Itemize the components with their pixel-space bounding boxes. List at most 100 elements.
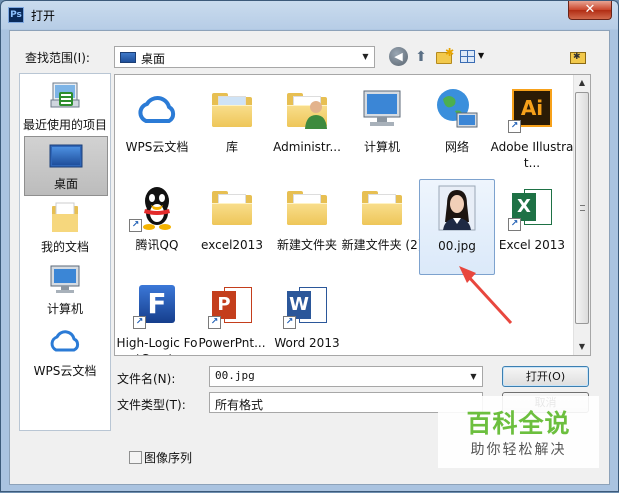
file-label: excel2013	[201, 238, 263, 252]
file-item-powerpoint[interactable]: P ↗ PowerPnt...	[194, 277, 270, 355]
wps-cloud-icon	[50, 330, 80, 352]
dialog-title: 打开	[31, 9, 56, 23]
recent-items-icon	[50, 82, 80, 108]
image-sequence-checkbox[interactable]: 图像序列	[129, 449, 192, 466]
filetype-value: 所有格式	[215, 398, 264, 412]
watermark-logo: 百科全说 助你轻松解决	[438, 396, 599, 468]
place-label: 最近使用的项目	[22, 118, 107, 132]
place-label: WPS云文档	[33, 364, 97, 378]
file-label: WPS云文档	[125, 140, 189, 154]
places-bar: 最近使用的项目 桌面 我的文档 计算机 WPS云文档	[19, 73, 111, 431]
powerpoint-icon: P ↗	[208, 281, 256, 329]
chevron-down-icon: ▼	[478, 51, 485, 60]
file-item-excel2013-folder[interactable]: excel2013	[194, 179, 270, 275]
file-label: Excel 2013	[498, 238, 566, 252]
file-label: 网络	[444, 140, 469, 154]
folder-icon	[358, 183, 406, 231]
file-label: 计算机	[363, 140, 400, 154]
shortcut-arrow-icon: ↗	[133, 316, 146, 329]
filename-label: 文件名(N):	[117, 372, 176, 386]
user-folder-icon	[283, 85, 331, 133]
filetype-label: 文件类型(T):	[117, 398, 186, 412]
file-item-computer[interactable]: 计算机	[344, 81, 420, 177]
file-item-new-folder[interactable]: 新建文件夹	[269, 179, 345, 275]
file-label: Adobe Illustrat...	[490, 140, 574, 170]
file-item-wps-cloud[interactable]: WPS云文档	[119, 81, 195, 177]
file-label: 00.jpg	[438, 239, 476, 253]
desktop-small-icon	[120, 52, 136, 63]
shortcut-arrow-icon: ↗	[508, 218, 521, 231]
place-desktop[interactable]: 桌面	[24, 136, 108, 196]
word-icon: W ↗	[283, 281, 331, 329]
look-in-dropdown[interactable]: 桌面 ▼	[114, 46, 375, 68]
computer-icon	[50, 265, 80, 293]
vertical-scrollbar[interactable]: ▲ ▼	[573, 75, 590, 355]
look-in-value: 桌面	[141, 52, 166, 66]
scroll-down-button[interactable]: ▼	[574, 339, 590, 355]
file-item-00-jpg[interactable]: 00.jpg	[419, 179, 495, 275]
file-item-library[interactable]: 库	[194, 81, 270, 177]
checkbox-box[interactable]	[129, 451, 142, 464]
file-item-word-2013[interactable]: W ↗ Word 2013	[269, 277, 345, 355]
shortcut-arrow-icon: ↗	[129, 219, 142, 232]
place-wps-cloud[interactable]: WPS云文档	[20, 322, 110, 382]
file-label: High-Logic FontCreator	[116, 336, 198, 355]
star-icon: ✱	[573, 52, 581, 62]
file-item-adobe-illustrator[interactable]: Ai ↗ Adobe Illustrat...	[491, 81, 573, 177]
computer-icon	[363, 90, 401, 126]
photoshop-app-icon: Ps	[8, 7, 24, 23]
excel-icon: X ↗	[508, 183, 556, 231]
filename-input[interactable]: 00.jpg ▼	[209, 366, 483, 387]
shortcut-arrow-icon: ↗	[208, 316, 221, 329]
scroll-thumb[interactable]	[575, 92, 589, 324]
open-dialog: Ps 打开 ✕ 查找范围(I): 桌面 ▼ ◀ ⬆ ✱ ▼ ✱ 最近使用的项目 …	[0, 0, 619, 492]
file-item-new-folder-2[interactable]: 新建文件夹 (2)	[342, 179, 422, 275]
place-label: 我的文档	[40, 240, 89, 254]
shortcut-arrow-icon: ↗	[283, 316, 296, 329]
network-icon	[437, 89, 478, 128]
file-item-qq[interactable]: ↗ 腾讯QQ	[119, 179, 195, 275]
file-item-administrator[interactable]: Administr...	[269, 81, 345, 177]
chevron-down-icon[interactable]: ▼	[465, 367, 482, 386]
place-documents[interactable]: 我的文档	[20, 198, 110, 258]
file-item-network[interactable]: 网络	[419, 81, 495, 177]
filename-value: 00.jpg	[215, 369, 255, 382]
file-label: Administr...	[273, 140, 341, 154]
file-label: 新建文件夹	[276, 238, 337, 252]
new-folder-button[interactable]: ✱	[434, 46, 455, 67]
file-list[interactable]: WPS云文档 库 Administr... 计算机 网络 Ai ↗ Adobe …	[114, 74, 591, 356]
wps-cloud-icon	[138, 96, 176, 123]
watermark-title: 百科全说	[466, 409, 571, 438]
place-label: 桌面	[53, 177, 78, 191]
image-sequence-label: 图像序列	[144, 451, 193, 465]
up-folder-button[interactable]: ⬆	[412, 47, 430, 67]
photo-thumbnail-icon	[438, 185, 476, 231]
file-label: PowerPnt...	[198, 336, 266, 350]
back-button[interactable]: ◀	[389, 47, 408, 66]
desktop-icon	[49, 144, 83, 168]
place-recent-items[interactable]: 最近使用的项目	[20, 76, 110, 136]
title-bar[interactable]: Ps 打开 ✕	[1, 1, 618, 29]
illustrator-icon: Ai ↗	[508, 85, 556, 133]
file-item-excel-2013[interactable]: X ↗ Excel 2013	[494, 179, 570, 275]
fontcreator-icon: F ↗	[133, 281, 181, 329]
view-grid-icon	[460, 50, 475, 63]
scroll-up-button[interactable]: ▲	[574, 75, 590, 91]
file-label: 库	[225, 140, 238, 154]
library-folder-button[interactable]: ✱	[569, 47, 587, 67]
file-label: 新建文件夹 (2)	[341, 238, 423, 252]
file-label: 腾讯QQ	[135, 238, 179, 252]
file-label: Word 2013	[274, 336, 340, 350]
sparkle-icon: ✱	[445, 46, 455, 59]
folder-icon	[208, 183, 256, 231]
library-icon	[208, 85, 256, 133]
documents-icon	[52, 202, 78, 232]
view-menu-button[interactable]: ▼	[459, 47, 487, 67]
place-label: 计算机	[46, 302, 83, 316]
open-button[interactable]: 打开(O)	[502, 366, 589, 387]
chevron-down-icon[interactable]: ▼	[357, 47, 374, 67]
look-in-label: 查找范围(I):	[25, 51, 90, 65]
place-computer[interactable]: 计算机	[20, 260, 110, 320]
file-item-fontcreator[interactable]: F ↗ High-Logic FontCreator	[117, 277, 197, 355]
close-button[interactable]: ✕	[568, 1, 612, 20]
